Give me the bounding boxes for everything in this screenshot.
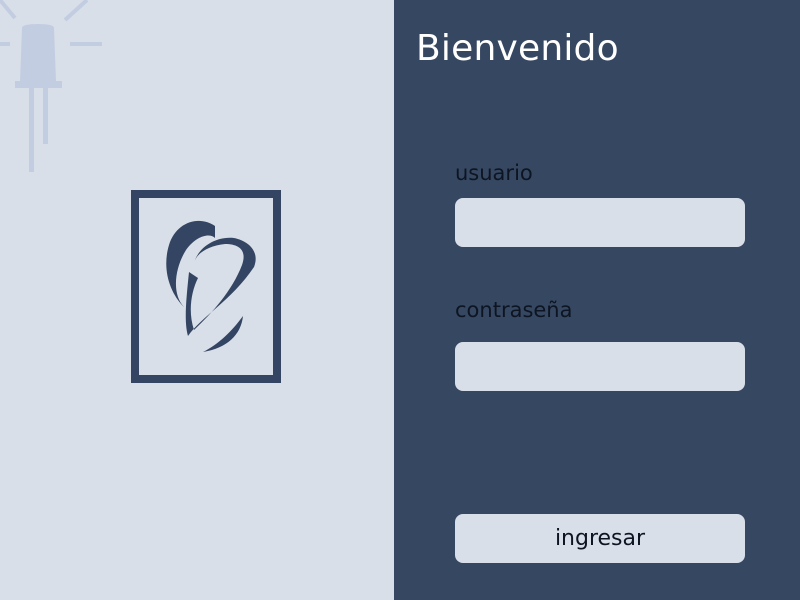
login-button[interactable]: ingresar — [455, 514, 745, 563]
username-input[interactable] — [455, 198, 745, 247]
brand-panel — [0, 0, 394, 600]
login-window: Bienvenido usuario contraseña ingresar — [0, 0, 800, 600]
letter-c-logo — [131, 190, 281, 383]
password-label: contraseña — [455, 298, 573, 322]
password-input[interactable] — [455, 342, 745, 391]
light-bulb-icon — [0, 0, 102, 172]
page-title: Bienvenido — [416, 28, 619, 69]
username-label: usuario — [455, 161, 533, 185]
